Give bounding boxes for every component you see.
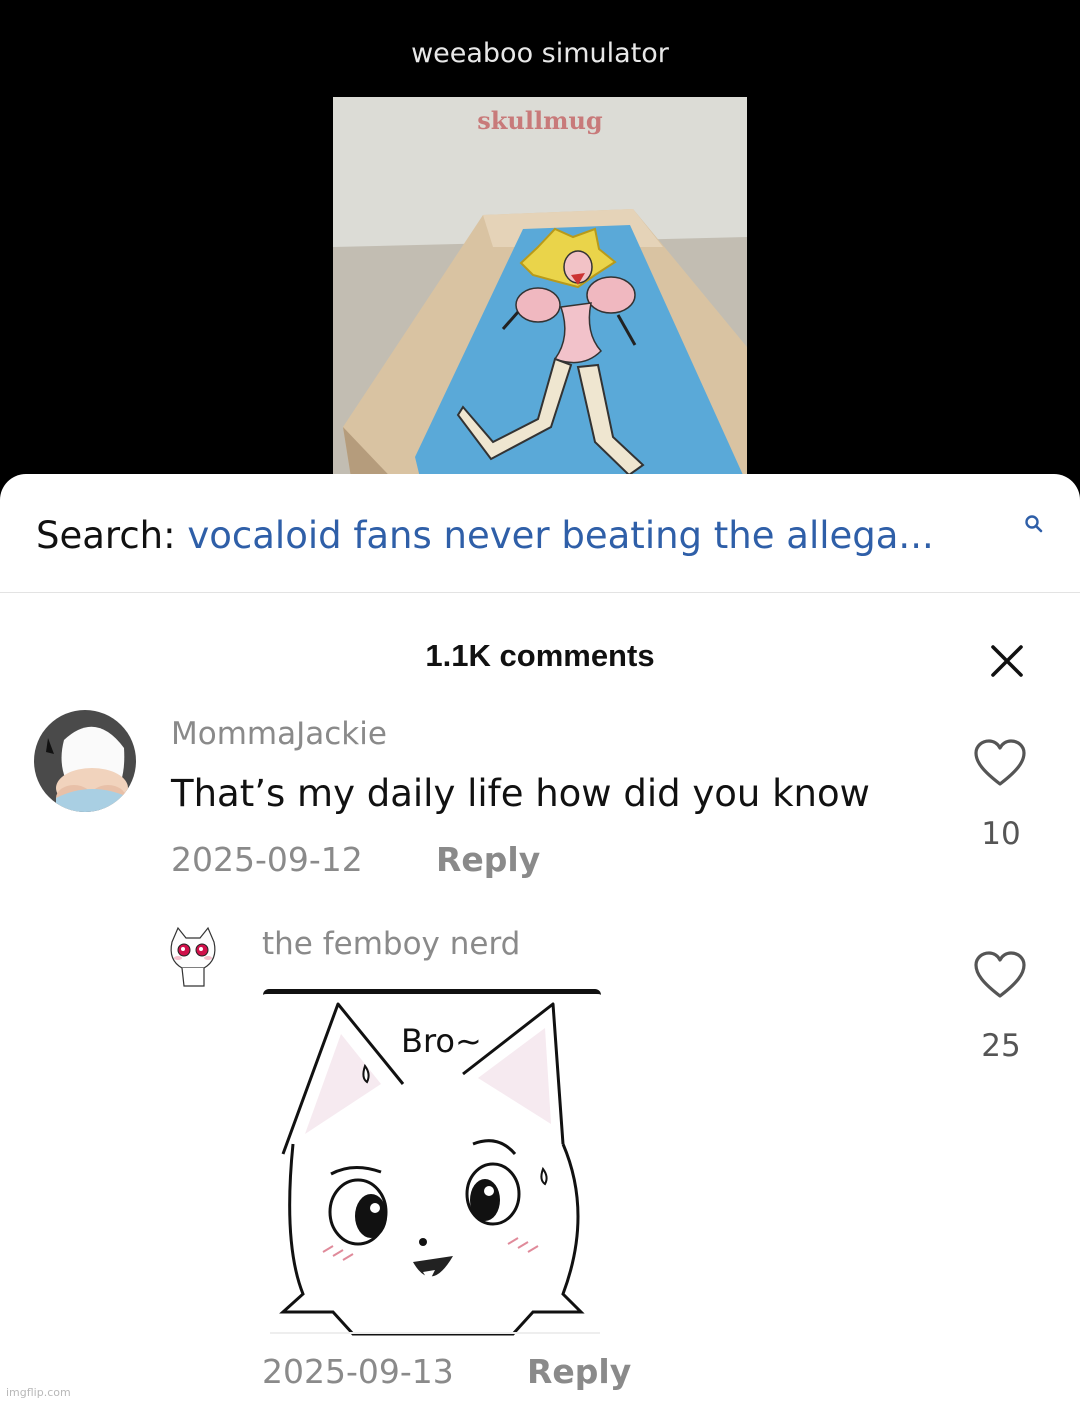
comment-sticker-image[interactable]: Bro~ xyxy=(263,989,601,1339)
video-frame: skullmug xyxy=(333,97,747,490)
video-player[interactable]: weeaboo simulator skullmug xyxy=(0,0,1080,490)
comments-sheet: Search: vocaloid fans never beating the … xyxy=(0,474,1080,1404)
heart-icon[interactable] xyxy=(973,950,1027,1000)
comment-username[interactable]: the femboy nerd xyxy=(262,926,520,962)
avatar[interactable] xyxy=(160,924,226,990)
comment-date: 2025-09-13 xyxy=(262,1352,454,1391)
cat-sticker-image: Bro~ xyxy=(263,994,601,1339)
comment-item: the femboy nerd Bro~ 2025-09-13 Reply 25 xyxy=(0,474,1080,1404)
divider xyxy=(270,1332,600,1334)
like-count: 25 xyxy=(981,1028,1021,1064)
imgflip-watermark: imgflip.com xyxy=(6,1386,71,1399)
sticker-text: Bro~ xyxy=(401,1022,482,1060)
video-caption: weeaboo simulator xyxy=(411,38,669,69)
reply-button[interactable]: Reply xyxy=(527,1352,631,1391)
video-still-image: skullmug xyxy=(333,97,747,490)
video-watermark: skullmug xyxy=(477,106,603,135)
